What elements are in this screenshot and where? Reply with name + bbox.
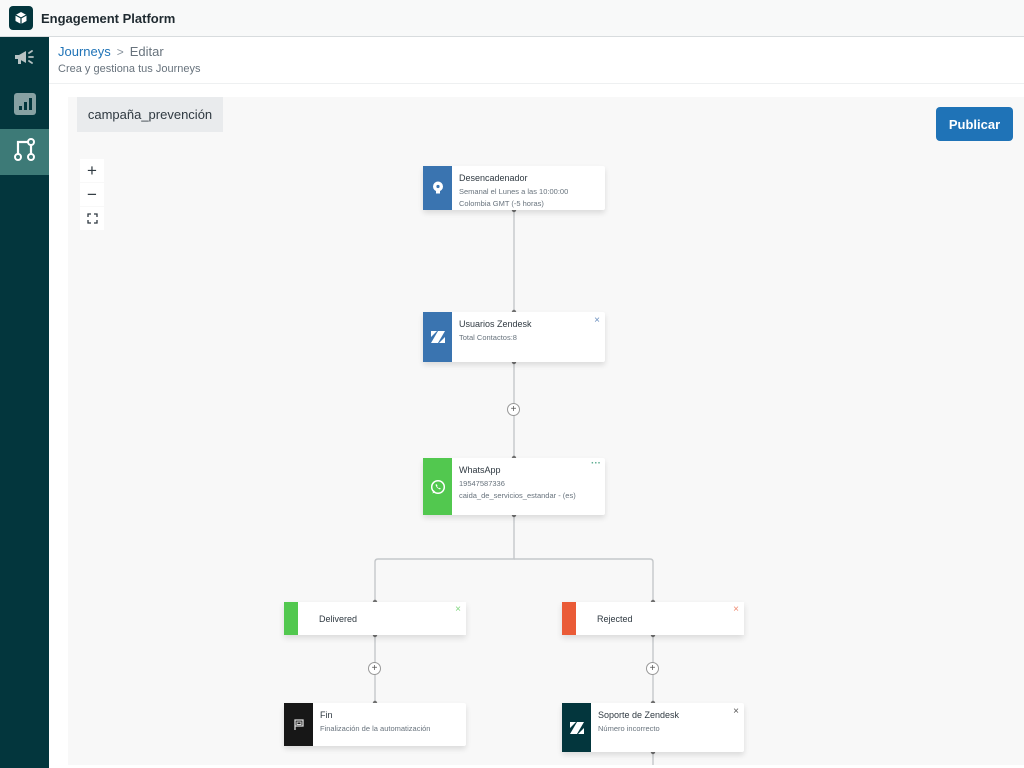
add-step-button[interactable]: + bbox=[507, 403, 520, 416]
node-title: Usuarios Zendesk bbox=[459, 319, 532, 329]
app-title: Engagement Platform bbox=[41, 10, 176, 26]
journey-name-field[interactable]: campaña_prevención bbox=[77, 97, 223, 132]
status-color-bar bbox=[562, 602, 576, 635]
flow-icon bbox=[13, 137, 37, 168]
status-color-bar bbox=[284, 602, 298, 635]
zoom-out-button[interactable]: − bbox=[80, 183, 104, 206]
breadcrumb: Journeys > Editar bbox=[58, 44, 164, 59]
page-subtitle: Crea y gestiona tus Journeys bbox=[58, 63, 201, 75]
sidebar-item-journeys[interactable] bbox=[0, 129, 49, 175]
zendesk-users-node[interactable]: Usuarios Zendesk Total Contactos:8 × bbox=[423, 312, 605, 362]
remove-branch-close-icon[interactable]: × bbox=[455, 604, 461, 615]
node-detail: 19547587336 bbox=[459, 479, 505, 488]
node-detail: caida_de_servicios_estandar - (es) bbox=[459, 491, 576, 500]
zendesk-icon bbox=[423, 312, 452, 362]
megaphone-icon bbox=[13, 48, 37, 73]
publish-button[interactable]: Publicar bbox=[936, 107, 1013, 141]
add-step-button[interactable]: + bbox=[646, 662, 659, 675]
node-title: WhatsApp bbox=[459, 465, 501, 475]
fit-view-button[interactable] bbox=[80, 207, 104, 230]
rejected-branch-node[interactable]: Rejected × bbox=[562, 602, 744, 635]
whatsapp-node[interactable]: WhatsApp 19547587336 caida_de_servicios_… bbox=[423, 458, 605, 515]
zendesk-icon bbox=[562, 703, 591, 752]
node-detail: Finalización de la automatización bbox=[320, 724, 431, 733]
node-detail: Colombia GMT (-5 horas) bbox=[459, 199, 544, 208]
cube-icon bbox=[9, 6, 33, 30]
node-detail: Total Contactos:8 bbox=[459, 333, 517, 342]
bar-chart-icon bbox=[13, 92, 37, 121]
journey-canvas[interactable]: campaña_prevención Publicar + − Desencad… bbox=[68, 97, 1024, 765]
node-detail: Número incorrecto bbox=[598, 724, 660, 733]
lightbulb-icon bbox=[423, 166, 452, 210]
remove-branch-close-icon[interactable]: × bbox=[733, 604, 739, 615]
top-bar: Engagement Platform bbox=[0, 0, 1024, 37]
sidebar bbox=[0, 37, 49, 768]
fullscreen-icon bbox=[86, 209, 98, 229]
trigger-node[interactable]: Desencadenador Semanal el Lunes a las 10… bbox=[423, 166, 605, 210]
branch-label: Delivered bbox=[319, 613, 358, 624]
add-step-button[interactable]: + bbox=[368, 662, 381, 675]
branch-label: Rejected bbox=[597, 613, 633, 624]
node-title: Fin bbox=[320, 710, 333, 720]
node-title: Desencadenador bbox=[459, 173, 528, 183]
zendesk-support-node[interactable]: Soporte de Zendesk Número incorrecto × bbox=[562, 703, 744, 752]
remove-node-close-icon[interactable]: × bbox=[594, 315, 600, 326]
end-node[interactable]: Fin Finalización de la automatización bbox=[284, 703, 466, 746]
flag-icon bbox=[284, 703, 313, 746]
zoom-in-button[interactable]: + bbox=[80, 159, 104, 182]
page-header: Journeys > Editar Crea y gestiona tus Jo… bbox=[49, 37, 1024, 84]
breadcrumb-current: Editar bbox=[129, 44, 164, 59]
node-detail: Semanal el Lunes a las 10:00:00 bbox=[459, 187, 569, 196]
sidebar-item-reports[interactable] bbox=[0, 83, 49, 129]
node-title: Soporte de Zendesk bbox=[598, 710, 680, 720]
whatsapp-icon bbox=[423, 458, 452, 515]
more-options-icon[interactable]: ··· bbox=[591, 458, 601, 469]
chevron-right-icon: > bbox=[116, 44, 124, 59]
remove-node-close-icon[interactable]: × bbox=[733, 706, 739, 717]
sidebar-item-campaigns[interactable] bbox=[0, 37, 49, 83]
breadcrumb-journeys-link[interactable]: Journeys bbox=[58, 44, 111, 59]
delivered-branch-node[interactable]: Delivered × bbox=[284, 602, 466, 635]
